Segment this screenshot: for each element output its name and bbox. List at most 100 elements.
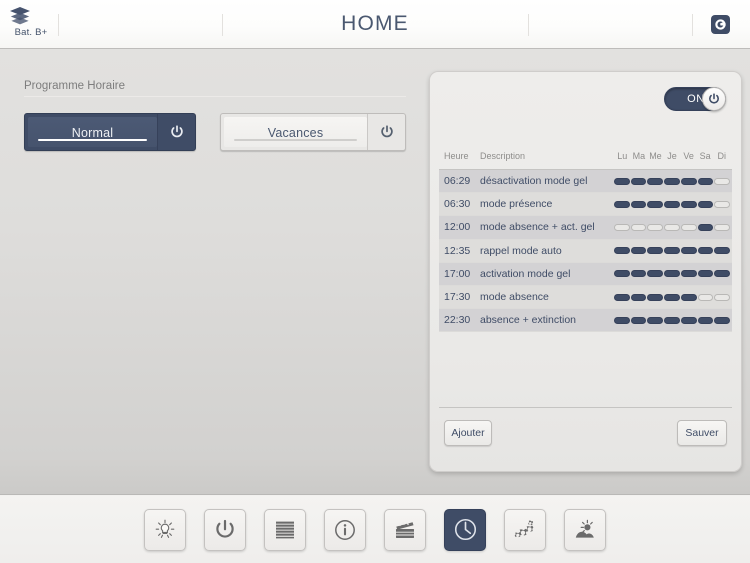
day-pill-ve[interactable]: [681, 294, 697, 301]
programme-buttons: Normal Vacances: [24, 113, 406, 151]
toolbar-button-info[interactable]: [324, 509, 366, 551]
day-pill-sa[interactable]: [698, 317, 714, 324]
programme-normal-label-area[interactable]: Normal: [28, 117, 157, 147]
day-pill-ve[interactable]: [681, 224, 697, 231]
table-row[interactable]: 06:29désactivation mode gel: [439, 170, 732, 193]
day-pill-di[interactable]: [714, 201, 730, 208]
day-pill-lu[interactable]: [614, 317, 630, 324]
day-header-sa: Sa: [697, 151, 714, 161]
header-divider: [528, 14, 529, 36]
day-pill-sa[interactable]: [698, 178, 714, 185]
day-pill-sa[interactable]: [698, 224, 714, 231]
table-row[interactable]: 17:00activation mode gel: [439, 263, 732, 286]
e-logo-icon[interactable]: [711, 15, 730, 34]
day-pill-je[interactable]: [664, 201, 680, 208]
day-pill-di[interactable]: [714, 178, 730, 185]
day-pill-ma[interactable]: [631, 270, 647, 277]
programme-normal-indicator-bar: [38, 139, 147, 142]
day-pill-je[interactable]: [664, 270, 680, 277]
day-pill-ve[interactable]: [681, 178, 697, 185]
day-pill-di[interactable]: [714, 317, 730, 324]
day-pill-sa[interactable]: [698, 294, 714, 301]
day-pill-sa[interactable]: [698, 201, 714, 208]
day-pill-di[interactable]: [714, 247, 730, 254]
day-pill-je[interactable]: [664, 178, 680, 185]
day-pill-me[interactable]: [647, 224, 663, 231]
toolbar-button-blinds[interactable]: [264, 509, 306, 551]
day-pill-me[interactable]: [647, 294, 663, 301]
day-pill-ma[interactable]: [631, 201, 647, 208]
day-header-je: Je: [664, 151, 681, 161]
day-pill-lu[interactable]: [614, 201, 630, 208]
row-description: activation mode gel: [480, 268, 570, 280]
toolbar-button-settings[interactable]: [504, 509, 546, 551]
day-pill-me[interactable]: [647, 201, 663, 208]
day-pill-di[interactable]: [714, 294, 730, 301]
day-pill-ma[interactable]: [631, 178, 647, 185]
day-header-lu: Lu: [614, 151, 631, 161]
day-pill-ma[interactable]: [631, 247, 647, 254]
toolbar-button-weather[interactable]: [564, 509, 606, 551]
table-row[interactable]: 12:35rappel mode auto: [439, 240, 732, 263]
row-description: rappel mode auto: [480, 245, 562, 257]
day-pill-di[interactable]: [714, 224, 730, 231]
day-pill-je[interactable]: [664, 294, 680, 301]
schedule-footer-divider: [439, 407, 732, 408]
day-pill-lu[interactable]: [614, 294, 630, 301]
gears-icon: [512, 517, 538, 543]
day-header-me: Me: [647, 151, 664, 161]
day-pill-je[interactable]: [664, 247, 680, 254]
day-pill-me[interactable]: [647, 270, 663, 277]
add-button[interactable]: Ajouter: [444, 420, 492, 446]
day-pill-lu[interactable]: [614, 270, 630, 277]
power-icon[interactable]: [702, 87, 726, 111]
day-pill-me[interactable]: [647, 178, 663, 185]
programme-vacances-label-area[interactable]: Vacances: [224, 117, 367, 147]
header-divider: [692, 14, 693, 36]
column-header-description: Description: [480, 151, 525, 161]
main-content-area: Programme Horaire Normal: [0, 49, 750, 495]
toolbar-button-schedule[interactable]: [444, 509, 486, 551]
day-pill-lu[interactable]: [614, 224, 630, 231]
toolbar-button-lighting[interactable]: [144, 509, 186, 551]
table-row[interactable]: 12:00mode absence + act. gel: [439, 216, 732, 239]
day-pill-ma[interactable]: [631, 317, 647, 324]
day-pill-sa[interactable]: [698, 270, 714, 277]
clapperboard-icon: [392, 517, 418, 543]
toolbar-button-power[interactable]: [204, 509, 246, 551]
day-pill-ve[interactable]: [681, 317, 697, 324]
save-button[interactable]: Sauver: [677, 420, 727, 446]
row-day-pills: [614, 247, 730, 254]
day-pill-lu[interactable]: [614, 178, 630, 185]
programme-button-normal[interactable]: Normal: [24, 113, 196, 151]
day-pill-je[interactable]: [664, 317, 680, 324]
schedule-rows: 06:29désactivation mode gel06:30mode pré…: [439, 170, 732, 332]
row-description: désactivation mode gel: [480, 175, 587, 187]
row-description: mode absence: [480, 291, 549, 303]
programme-vacances-indicator-bar: [234, 139, 357, 142]
day-pill-ve[interactable]: [681, 270, 697, 277]
schedule-panel: ON Heure Description Lu Ma Me Je Ve: [429, 71, 742, 472]
programme-horaire-section: Programme Horaire Normal: [24, 80, 406, 151]
day-header-ma: Ma: [631, 151, 648, 161]
day-pill-me[interactable]: [647, 317, 663, 324]
day-pill-ma[interactable]: [631, 294, 647, 301]
row-day-pills: [614, 317, 730, 324]
battery-indicator[interactable]: Bat. B+: [8, 3, 54, 47]
day-pill-ve[interactable]: [681, 247, 697, 254]
day-pill-di[interactable]: [714, 270, 730, 277]
programme-button-vacances[interactable]: Vacances: [220, 113, 406, 151]
table-row[interactable]: 06:30mode présence: [439, 193, 732, 216]
day-pill-me[interactable]: [647, 247, 663, 254]
table-row[interactable]: 22:30absence + extinction: [439, 309, 732, 332]
day-pill-lu[interactable]: [614, 247, 630, 254]
day-pill-ma[interactable]: [631, 224, 647, 231]
day-pill-ve[interactable]: [681, 201, 697, 208]
day-pill-je[interactable]: [664, 224, 680, 231]
toolbar-button-scenes[interactable]: [384, 509, 426, 551]
power-icon[interactable]: [157, 114, 195, 150]
power-icon[interactable]: [367, 114, 405, 150]
schedule-on-toggle[interactable]: ON: [664, 87, 726, 111]
table-row[interactable]: 17:30mode absence: [439, 286, 732, 309]
day-pill-sa[interactable]: [698, 247, 714, 254]
